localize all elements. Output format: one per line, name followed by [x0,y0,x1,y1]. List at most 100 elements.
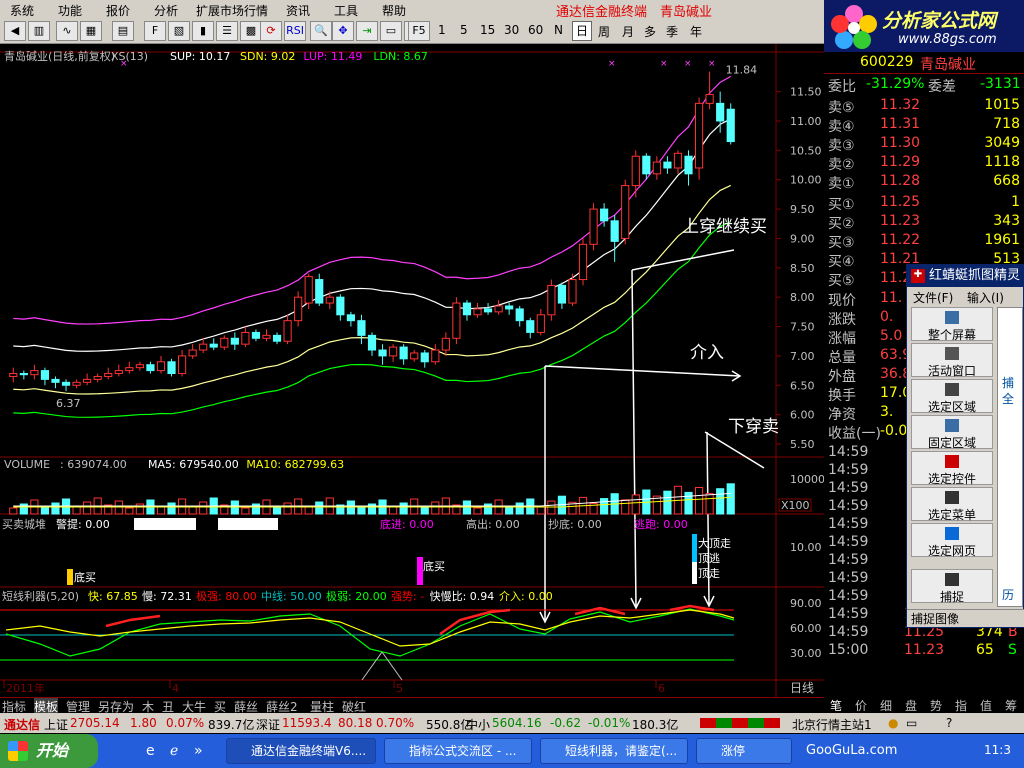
period-15min[interactable]: 15 [480,23,495,37]
trend-icon[interactable]: ∿ [56,21,78,41]
candle-body [621,185,630,239]
market-status-bar: 通达信 上证 2705.14 1.80 0.07% 839.7亿 深证 1159… [0,713,1024,733]
candle-body [663,161,672,169]
price-tick: 9.00 [790,232,815,245]
period-60min[interactable]: 60 [528,23,543,37]
menu-news[interactable]: 资讯 [286,2,310,19]
quicklaunch-more-icon[interactable]: » [194,743,203,759]
table-icon[interactable]: ▤ [112,21,134,41]
capture-btn-7[interactable]: 捕捉 [911,569,993,604]
period-day[interactable]: 日 [572,21,593,41]
volume-bar [473,507,482,515]
sell-level-label: 卖① [828,176,855,192]
kline-icon[interactable]: ▥ [28,21,50,41]
signal-legend-item: 抄底: 0.00 [548,517,602,531]
detail-tab[interactable]: 筹 [1005,697,1017,714]
sell-level-label: 卖⑤ [828,100,855,116]
capture-btn-label: 固定区域 [927,436,976,450]
menu-system[interactable]: 系统 [10,2,34,19]
period-year[interactable]: 年 [690,23,702,40]
capture-menu-file[interactable]: 文件(F) [913,289,953,306]
capture-btn-2[interactable]: 选定区域 [911,379,993,414]
task-tdx[interactable]: 通达信金融终端V6.... [226,738,376,764]
menu-analysis[interactable]: 分析 [154,2,178,19]
detail-tab[interactable]: 细 [880,697,892,714]
grid-icon[interactable]: ▦ [80,21,102,41]
buy-level: 买③ 11.22 1961 [824,232,1024,251]
help-icon[interactable]: ? [946,716,952,730]
capture-mode-icon [945,573,959,586]
period-multi[interactable]: 多 [644,23,656,40]
period-30min[interactable]: 30 [504,23,519,37]
capture-btn-1[interactable]: 活动窗口 [911,343,993,378]
menu-extended-market[interactable]: 扩展市场行情 [196,2,268,19]
candle-body [536,314,545,333]
menu-function[interactable]: 功能 [58,2,82,19]
back-icon[interactable]: ◀ [4,21,26,41]
annotation-cross-up-buy: 上穿继续买 [682,217,767,237]
task-limitup[interactable]: 涨停 [696,738,792,764]
window-icon[interactable]: ▭ [380,21,402,41]
capture-btn-6[interactable]: 选定网页 [911,523,993,558]
candle-body [694,102,704,169]
capture-side-label-all: 全 [1002,392,1015,406]
period-month[interactable]: 月 [622,23,634,40]
volume-bar [621,499,630,515]
detail-tab[interactable]: 势 [930,697,942,714]
capture-btn-label: 选定菜单 [927,508,976,522]
task-forum[interactable]: 指标公式交流区 - ... [384,738,532,764]
capture-btn-3[interactable]: 固定区域 [911,415,993,450]
zoom-icon[interactable]: 🔍 [310,21,332,41]
detail-tab[interactable]: 值 [980,697,992,714]
f5-button[interactable]: F5 [408,21,430,41]
capture-btn-5[interactable]: 选定菜单 [911,487,993,522]
buy-level-label: 买⑤ [828,273,855,289]
period-1min[interactable]: 1 [438,23,446,37]
detail-tab[interactable]: 盘 [905,697,917,714]
main-indicator-name: XS(13) [111,50,148,63]
menu-tools[interactable]: 工具 [334,2,358,19]
detail-tab[interactable]: 价 [855,697,867,714]
list-icon[interactable]: ☰ [216,21,238,41]
menu-help[interactable]: 帮助 [382,2,406,19]
capture-side-panel[interactable]: 捕 全 历 [997,307,1023,607]
capture-btn-4[interactable]: 选定控件 [911,451,993,486]
candle-body [72,381,81,386]
bars-icon[interactable]: ▮ [192,21,214,41]
volume-unit: X100 [781,499,810,512]
sh-change: 1.80 [130,716,157,730]
export-icon[interactable]: ⇥ [356,21,378,41]
period-5min[interactable]: 5 [460,23,468,37]
chart-icon[interactable]: ▧ [168,21,190,41]
oscillator-legend-item: 慢: 72.31 [142,590,192,603]
detail-tab[interactable]: 笔 [830,697,842,714]
extreme-marker: × [120,59,128,69]
volume-bar [631,494,640,515]
calc-icon[interactable]: ▩ [240,21,262,41]
zx-change: -0.62 [550,716,582,730]
f10-icon[interactable]: F [144,21,166,41]
period-week[interactable]: 周 [598,23,610,40]
capture-menu-input[interactable]: 输入(I) [967,289,1004,306]
capture-btn-0[interactable]: 整个屏幕 [911,307,993,342]
price-tick: 8.50 [790,262,815,275]
capture-btn-label: 整个屏幕 [927,328,976,342]
quicklaunch-ie-icon[interactable]: e [146,743,155,759]
task-browser[interactable]: 短线利器，请鉴定(... [540,738,688,764]
period-season[interactable]: 季 [666,23,678,40]
buy-level-label: 买③ [828,235,855,251]
detail-tab[interactable]: 指 [955,697,967,714]
price-tick: 9.50 [790,203,815,216]
capture-tool-window[interactable]: 红蜻蜓抓图精灵 ✚ 文件(F) 输入(I) 整个屏幕 活动窗口 选定区域 固定区域 选定… [906,264,1024,628]
quicklaunch-ie2-icon[interactable]: ℯ [170,743,178,759]
kline-chart-area[interactable]: 青岛碱业(日线,前复权) XS(13) SUP: 10.17 SDN: 9.02 L… [0,44,824,699]
move-icon[interactable]: ✥ [332,21,354,41]
menu-quote[interactable]: 报价 [106,2,130,19]
volume-bar [51,502,60,515]
capture-mode-icon [945,419,959,432]
period-n[interactable]: N [554,23,563,37]
main-chart-title: 青岛碱业(日线,前复权) [4,49,115,63]
logo-url: www.88gs.com [898,32,997,47]
refresh-icon[interactable]: ⟳ [260,21,282,41]
rsi-icon[interactable]: RSI [284,21,306,41]
